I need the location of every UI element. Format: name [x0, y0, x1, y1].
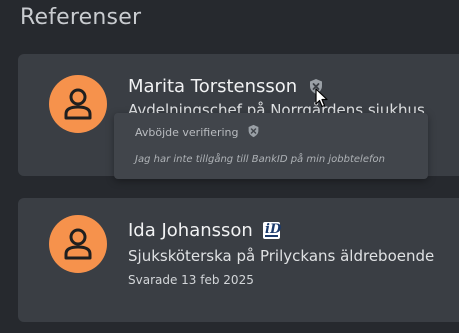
avatar: [49, 75, 107, 133]
unverified-shield-x-icon: [248, 124, 259, 138]
reference-name: Marita Torstensson: [128, 76, 298, 97]
person-icon: [64, 88, 92, 120]
verification-tooltip: Avböjde verifiering Jag har inte tillgån…: [114, 113, 428, 179]
reference-card[interactable]: Ida Johansson iD Sjuksköterska på Prilyc…: [18, 198, 459, 322]
person-icon: [64, 228, 92, 260]
bankid-icon[interactable]: iD: [263, 222, 281, 239]
page-title: Referenser: [20, 5, 142, 30]
avatar: [49, 215, 107, 273]
tooltip-message: Jag har inte tillgång till BankID på min…: [135, 154, 385, 165]
tooltip-title: Avböjde verifiering: [135, 124, 260, 139]
reference-role: Sjuksköterska på Prilyckans äldreboende: [128, 247, 435, 265]
reference-name: Ida Johansson: [128, 220, 253, 241]
mouse-cursor-icon: [315, 88, 328, 108]
answered-date: Svarade 13 feb 2025: [128, 273, 254, 287]
